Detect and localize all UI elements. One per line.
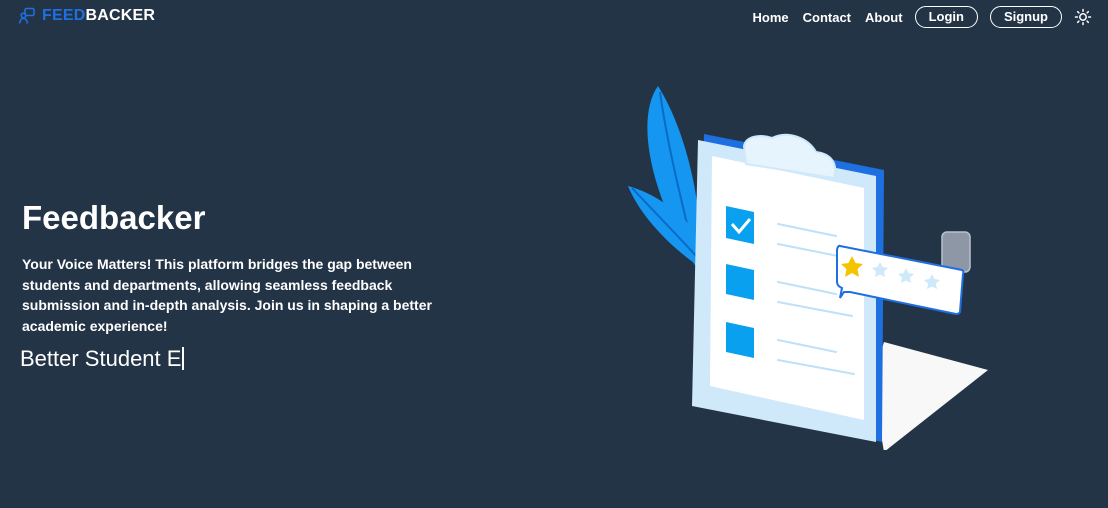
feedback-people-icon [18,7,36,25]
hero-description: Your Voice Matters! This platform bridge… [22,256,432,334]
checkbox-2 [726,264,754,300]
clipboard-checklist-rating-illustration [622,80,994,452]
brand-name: FEEDBACKER [42,7,155,25]
typing-caret [182,347,185,370]
navbar: FEEDBACKER Home Contact About Login Sign… [0,0,1108,34]
checkbox-checked [726,206,754,244]
login-button[interactable]: Login [914,6,978,28]
typewriter-text: Better Student E [20,345,185,373]
brand-name-part-a: FEED [42,7,86,24]
nav-link-home[interactable]: Home [753,10,789,25]
signup-button[interactable]: Signup [989,6,1062,28]
nav-menu: Home Contact About Login Signup [753,6,1093,28]
nav-link-contact[interactable]: Contact [803,10,851,25]
page: FEEDBACKER Home Contact About Login Sign… [0,0,1108,508]
typewriter-text-value: Better Student E [20,346,182,371]
brand-logo-link[interactable]: FEEDBACKER [18,7,155,25]
hero-title: Feedbacker [22,199,206,236]
checkbox-3 [726,322,754,358]
brand-name-part-b: BACKER [85,7,156,24]
floor-shadow [872,342,988,452]
nav-link-about[interactable]: About [865,10,903,25]
sun-icon[interactable] [1074,8,1092,26]
